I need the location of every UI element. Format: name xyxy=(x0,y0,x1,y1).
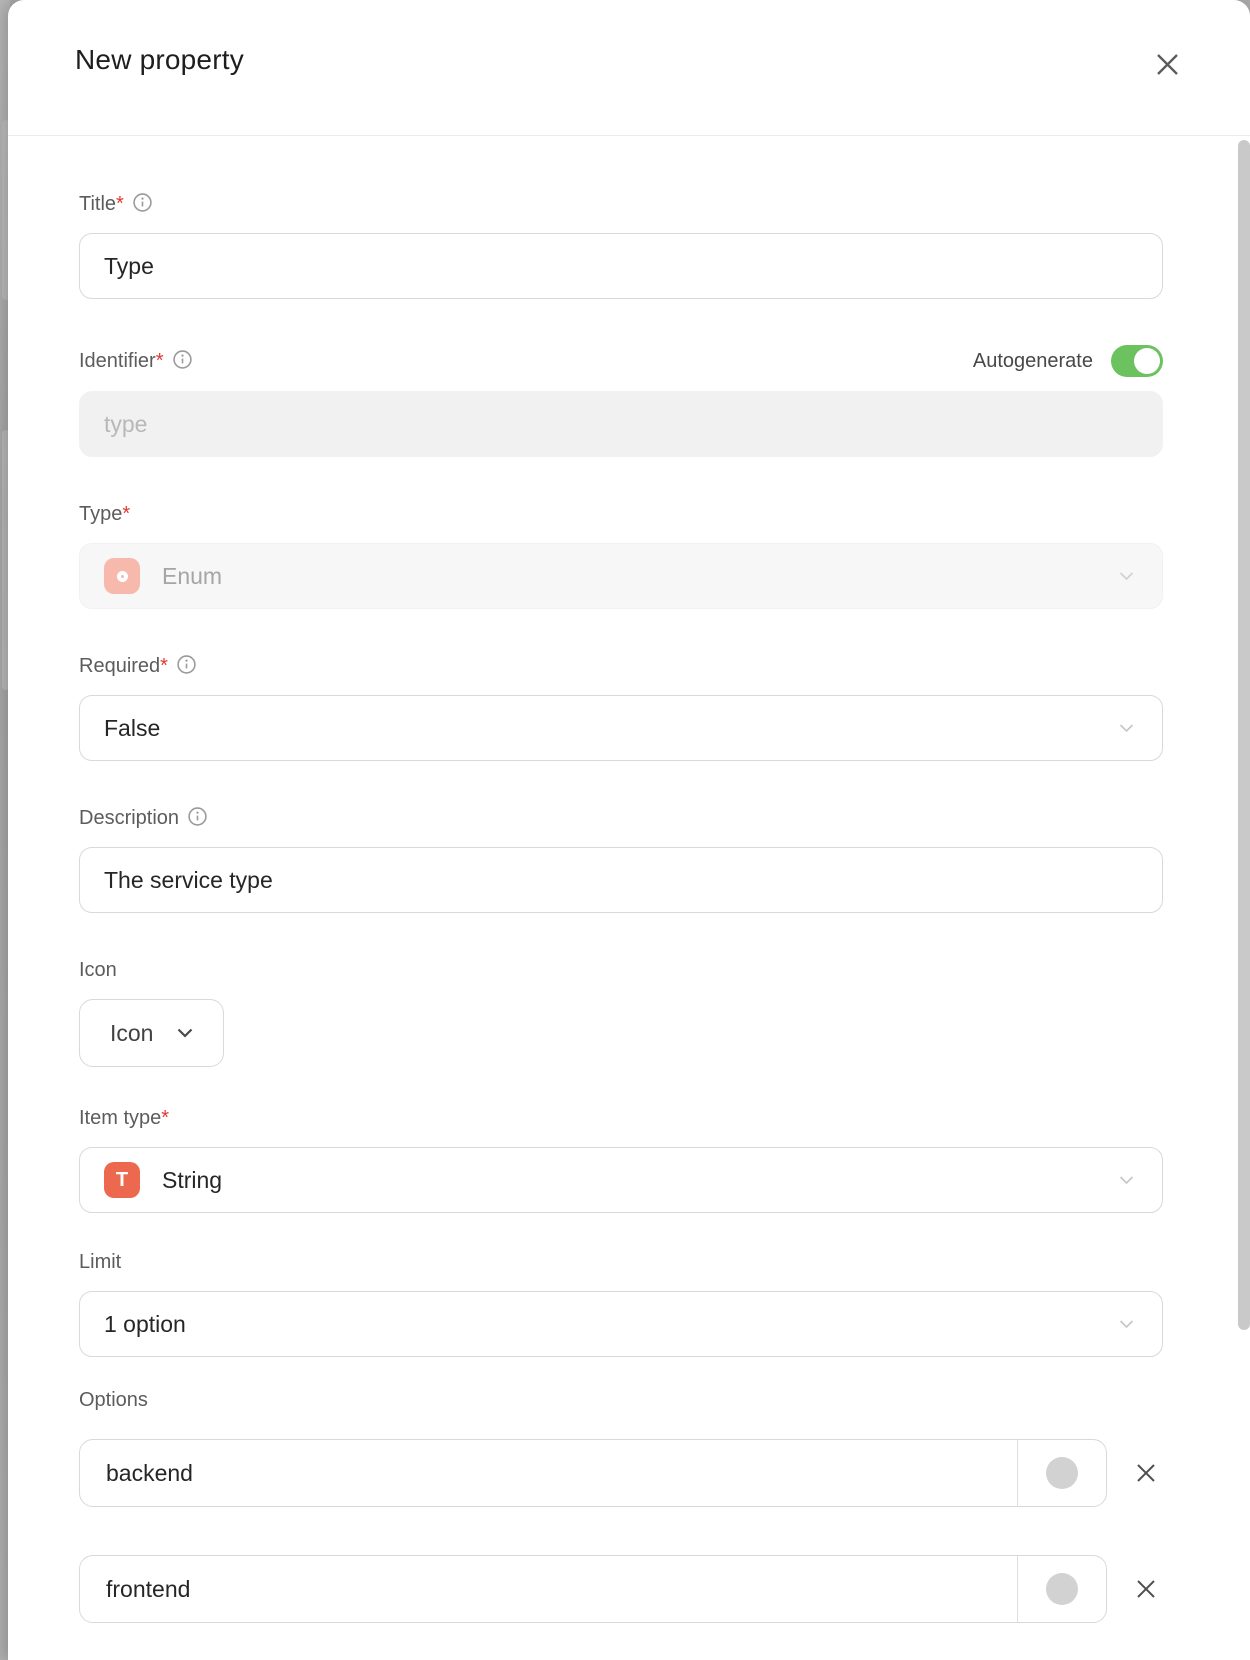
chevron-down-icon xyxy=(1119,572,1134,581)
field-description: Description xyxy=(79,807,1163,913)
close-button[interactable] xyxy=(1150,47,1184,81)
option-row xyxy=(79,1555,1163,1623)
item-type-select[interactable]: T String xyxy=(79,1147,1163,1213)
options-label: Options xyxy=(79,1389,148,1411)
limit-select-value: 1 option xyxy=(104,1311,186,1338)
chevron-down-icon xyxy=(1119,724,1134,733)
remove-option-button[interactable] xyxy=(1129,1572,1163,1606)
close-icon xyxy=(1134,1577,1158,1601)
toggle-knob xyxy=(1134,348,1160,374)
required-asterisk: * xyxy=(122,503,130,525)
icon-picker-button[interactable]: Icon xyxy=(79,999,224,1067)
icon-picker-label: Icon xyxy=(110,1020,153,1047)
identifier-label: Identifier* xyxy=(79,350,192,372)
required-select[interactable]: False xyxy=(79,695,1163,761)
dialog-body: Title* Identifier* Autogenerate Type* xyxy=(8,136,1250,1623)
limit-label: Limit xyxy=(79,1251,121,1273)
string-type-icon: T xyxy=(104,1162,140,1198)
enum-type-icon xyxy=(104,558,140,594)
field-item-type: Item type* T String xyxy=(79,1107,1163,1213)
close-icon xyxy=(1154,51,1181,78)
option-input-group xyxy=(79,1555,1107,1623)
chevron-down-icon xyxy=(1119,1320,1134,1329)
title-input[interactable] xyxy=(79,233,1163,299)
close-icon xyxy=(1134,1461,1158,1485)
field-required: Required* False xyxy=(79,655,1163,761)
new-property-dialog: New property Title* Identifier* Autogene… xyxy=(8,0,1250,1660)
info-icon[interactable] xyxy=(173,350,192,369)
option-color-picker[interactable] xyxy=(1017,1556,1106,1622)
identifier-input[interactable] xyxy=(79,391,1163,457)
item-type-select-value: String xyxy=(162,1167,222,1194)
type-select-value: Enum xyxy=(162,563,222,590)
dialog-title: New property xyxy=(75,44,244,76)
field-identifier: Identifier* Autogenerate xyxy=(79,345,1163,457)
required-select-value: False xyxy=(104,715,160,742)
info-icon[interactable] xyxy=(133,193,152,212)
required-asterisk: * xyxy=(116,193,124,215)
autogenerate-label: Autogenerate xyxy=(973,350,1093,373)
required-label: Required* xyxy=(79,655,196,677)
autogenerate-toggle[interactable] xyxy=(1111,345,1163,377)
required-asterisk: * xyxy=(160,655,168,677)
type-select[interactable]: Enum xyxy=(79,543,1163,609)
limit-select[interactable]: 1 option xyxy=(79,1291,1163,1357)
dialog-header: New property xyxy=(8,0,1250,136)
option-color-picker[interactable] xyxy=(1017,1440,1106,1506)
option-row xyxy=(79,1439,1163,1507)
color-swatch-circle xyxy=(1046,1573,1078,1605)
item-type-label: Item type* xyxy=(79,1107,169,1129)
icon-label: Icon xyxy=(79,959,117,981)
title-label: Title* xyxy=(79,193,152,215)
info-icon[interactable] xyxy=(177,655,196,674)
chevron-down-icon xyxy=(177,1028,193,1038)
field-title: Title* xyxy=(79,193,1163,299)
field-icon: Icon Icon xyxy=(79,959,1163,1067)
remove-option-button[interactable] xyxy=(1129,1456,1163,1490)
option-value-input[interactable] xyxy=(80,1556,1017,1622)
required-asterisk: * xyxy=(156,350,164,372)
required-asterisk: * xyxy=(161,1107,169,1129)
chevron-down-icon xyxy=(1119,1176,1134,1185)
option-input-group xyxy=(79,1439,1107,1507)
field-limit: Limit 1 option xyxy=(79,1251,1163,1357)
description-input[interactable] xyxy=(79,847,1163,913)
field-type: Type* Enum xyxy=(79,503,1163,609)
info-icon[interactable] xyxy=(188,807,207,826)
color-swatch-circle xyxy=(1046,1457,1078,1489)
scrollbar[interactable] xyxy=(1238,140,1250,1330)
description-label: Description xyxy=(79,807,207,829)
type-label: Type* xyxy=(79,503,130,525)
option-value-input[interactable] xyxy=(80,1440,1017,1506)
field-options: Options xyxy=(79,1389,1163,1623)
